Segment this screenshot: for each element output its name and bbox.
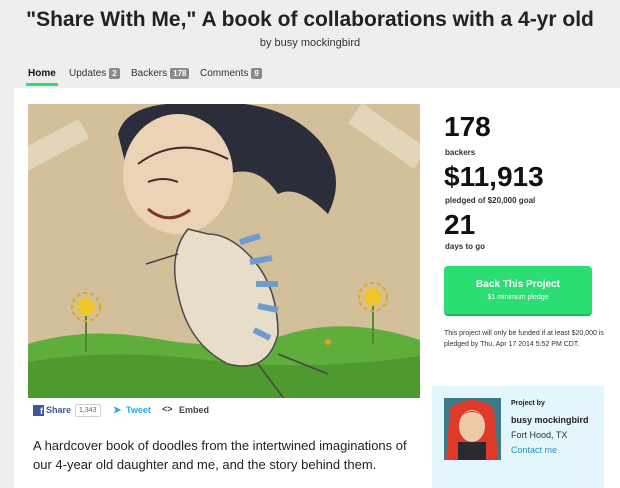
facebook-icon[interactable]: f [33, 405, 44, 416]
project-video[interactable] [28, 104, 420, 398]
back-project-button[interactable]: Back This Project $1 minimum pledge [444, 266, 592, 316]
updates-count-badge: 2 [109, 68, 120, 79]
tab-comments[interactable]: Comments 9 [200, 68, 262, 88]
creator-card: Project by busy mockingbird Fort Hood, T… [432, 386, 604, 488]
days-to-go-label: days to go [445, 242, 486, 251]
avatar[interactable] [444, 398, 501, 460]
tab-home[interactable]: Home [26, 68, 58, 88]
project-by-heading: Project by [511, 400, 545, 407]
share-count: 1,343 [75, 404, 101, 417]
funding-deadline-note: This project will only be funded if at l… [444, 330, 604, 348]
tweet-button[interactable]: Tweet [126, 405, 151, 415]
comments-count-badge: 9 [251, 68, 262, 79]
project-header: "Share With Me," A book of collaboration… [0, 0, 620, 88]
project-title: "Share With Me," A book of collaboration… [26, 8, 594, 31]
project-byline[interactable]: by busy mockingbird [0, 37, 620, 49]
embed-button[interactable]: Embed [179, 405, 209, 415]
project-artwork [28, 104, 420, 398]
contact-me-link[interactable]: Contact me [511, 445, 557, 455]
back-project-label: Back This Project [476, 279, 560, 290]
creator-location: Fort Hood, TX [511, 430, 568, 440]
backers-count: 178 [444, 111, 491, 142]
project-blurb: A hardcover book of doodles from the int… [33, 438, 407, 472]
twitter-icon[interactable]: ➤ [113, 405, 121, 416]
tab-backers[interactable]: Backers 178 [131, 68, 190, 88]
backers-count-badge: 178 [170, 68, 190, 79]
pledged-amount: $11,913 [444, 161, 544, 192]
pledged-label: pledged of $20,000 goal [445, 196, 536, 205]
backers-label: backers [445, 148, 476, 157]
tab-updates[interactable]: Updates 2 [69, 68, 120, 88]
creator-name[interactable]: busy mockingbird [511, 415, 589, 425]
minimum-pledge-label: $1 minimum pledge [487, 294, 549, 301]
embed-icon[interactable]: <> [162, 404, 173, 414]
facebook-share-button[interactable]: Share [46, 405, 71, 415]
days-to-go-count: 21 [444, 209, 476, 240]
